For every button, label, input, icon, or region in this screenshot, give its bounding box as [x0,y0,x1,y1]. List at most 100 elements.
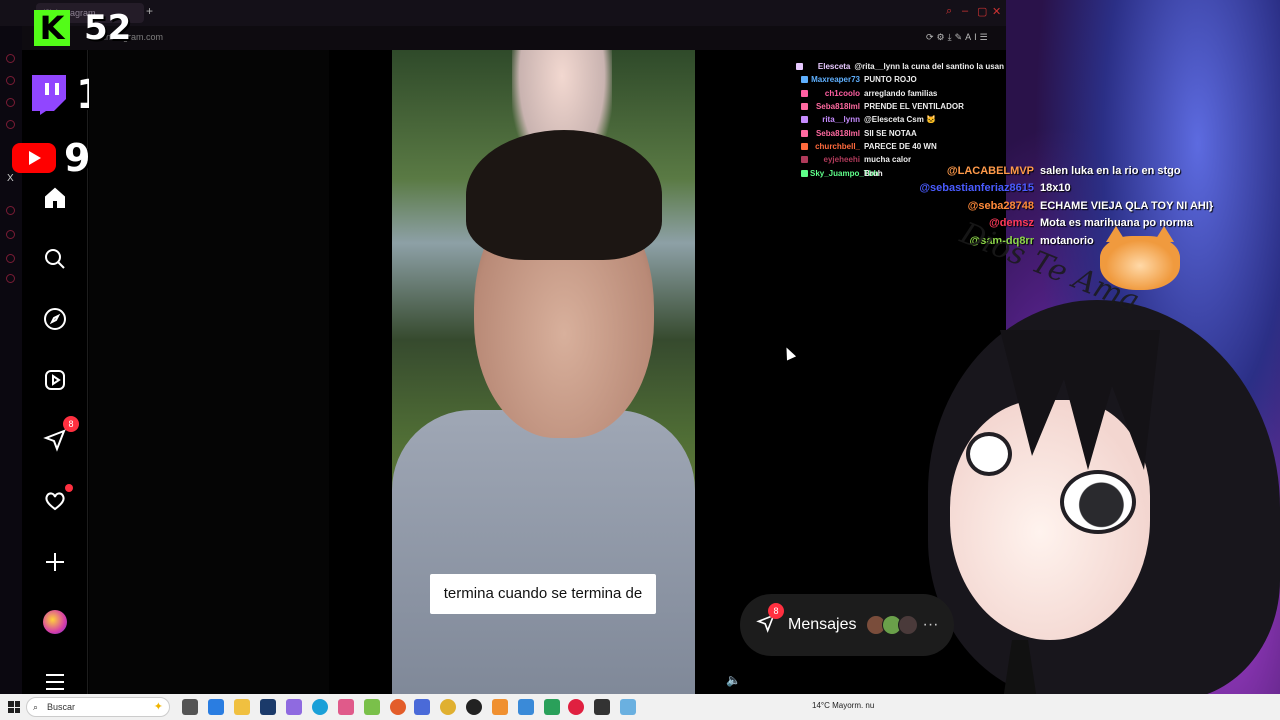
app-icon[interactable] [338,699,354,715]
volume-icon[interactable]: 🔈 [726,673,741,687]
app-icon[interactable] [260,699,276,715]
desktop: (8) Instagram + ⌕ – ▢ ✕ instagram.com ⟳⚙… [0,0,1280,720]
chrome-icon[interactable] [440,699,456,715]
sidebar-shortcut[interactable] [6,274,15,283]
search-icon[interactable]: ⌕ [946,5,952,18]
chat-username[interactable]: ch1coolo [810,89,860,98]
app-icon[interactable] [544,699,560,715]
chat-text: @rita__lynn la cuna del santino la usan [854,62,1004,72]
create-icon[interactable] [41,548,69,576]
app-icon[interactable] [414,699,430,715]
chat-badge-icon [801,103,808,111]
messenger-icon: 8 [756,602,784,638]
chat-badge-icon [801,76,808,84]
app-icon[interactable] [208,699,224,715]
sidebar-shortcut[interactable] [6,230,15,239]
file-explorer-icon[interactable] [234,699,250,715]
menu-icon[interactable] [41,668,69,696]
chat-text: salen luka en la rio en stgo [1040,164,1181,177]
app-icon[interactable] [286,699,302,715]
sidebar-shortcut[interactable] [6,254,15,263]
avatar [898,615,919,635]
chat-message: Seba818lml SII SE NOTAA [758,126,1004,139]
chat-badges [758,89,810,97]
chat-badges [758,103,810,111]
x-icon: X [7,173,14,184]
mouse-cursor [781,345,797,361]
chat-username[interactable]: Sky_Juampo_Tbh [810,169,878,178]
messages-badge: 8 [768,602,784,619]
chat-message: Seba818lml PRENDE EL VENTILADOR [758,100,1004,113]
heart-icon[interactable] [41,484,73,515]
app-icon[interactable] [518,699,534,715]
profile-avatar[interactable] [41,608,69,636]
chat-badges [758,156,810,164]
chat-username[interactable]: eyjeheehi [810,155,860,164]
chat-badges [758,169,810,177]
chat-text: SII SE NOTAA [864,128,917,138]
chat-username[interactable]: @seba28748 [900,200,1034,212]
video-caption: termina cuando se termina de [430,574,656,614]
chat-text: 18x10 [1040,182,1071,195]
chat-username[interactable]: rita__lynn [810,115,860,124]
chat-message: @sebastianferiaz8615 18x10 [900,180,1280,198]
explore-icon[interactable] [41,305,69,333]
copilot-icon: ✦ [153,701,163,713]
chat-text: PUNTO ROJO [864,75,917,85]
app-icon[interactable] [466,699,482,715]
chat-badge-icon [801,129,808,137]
taskbar-search[interactable]: ⌕ Buscar ✦ [26,697,170,717]
new-tab-button[interactable]: + [146,4,153,18]
chat-text: arreglando familias [864,88,938,98]
chat-badge-icon [801,89,808,97]
chat-username[interactable]: @LACABELMVP [900,165,1034,177]
messages-button[interactable]: 8 Mensajes ··· [740,594,954,656]
edge-icon[interactable] [312,699,328,715]
sidebar-shortcut[interactable] [6,206,15,215]
app-icon[interactable] [594,699,610,715]
browser-tab-bar: (8) Instagram + ⌕ – ▢ ✕ [0,0,1008,26]
app-icon[interactable] [492,699,508,715]
more-icon: ··· [922,616,939,633]
chat-badge-icon [801,142,808,150]
firefox-icon[interactable] [390,699,406,715]
sidebar-shortcut[interactable] [6,54,15,63]
sidebar-shortcut[interactable] [6,120,15,129]
reels-icon[interactable] [41,366,69,394]
app-icon[interactable] [620,699,636,715]
notification-dot [65,484,73,492]
search-icon[interactable] [41,245,69,273]
sidebar-shortcut[interactable] [6,98,15,107]
task-view-icon[interactable] [182,699,198,715]
minimize-button[interactable]: – [962,5,968,17]
chat-badge-icon [801,169,808,177]
kick-icon: K [34,10,70,46]
opera-icon[interactable] [568,699,584,715]
twitch-icon [32,75,66,115]
chat-username[interactable]: @sebastianferiaz8615 [900,182,1034,194]
app-icon[interactable] [364,699,380,715]
chat-badge-icon [801,156,808,164]
close-button[interactable]: ✕ [992,5,1001,18]
chat-message: @demsz Mota es marihuana po norma [900,215,1280,233]
sidebar-shortcut[interactable] [6,76,15,85]
windows-start-icon[interactable] [8,701,20,713]
chat-badges [758,63,805,71]
chat-text: motanorio [1040,234,1094,247]
browser-toolbar-icons[interactable]: ⟳⚙⤓✎AI☰ [926,32,991,43]
chat-username[interactable]: Seba818lml [810,129,860,138]
weather-widget[interactable]: 14°C Mayorm. nu [812,701,874,710]
chat-message: Elesceta @rita__lynn la cuna del santino … [758,60,1004,73]
overlay-chat: @LACABELMVP salen luka en la rio en stgo @… [900,162,1280,250]
chat-badges [758,116,810,124]
chat-badges [758,129,810,137]
maximize-button[interactable]: ▢ [977,5,987,18]
chat-username[interactable]: Elesceta [805,62,850,71]
chat-username[interactable]: churchbell_ [810,142,860,151]
chat-username[interactable]: Seba818lml [810,102,860,111]
messenger-icon[interactable]: 8 [41,416,79,454]
chat-username[interactable]: Maxreaper73 [810,75,860,84]
address-bar: instagram.com ⟳⚙⤓✎AI☰ [0,26,1008,50]
messages-badge: 8 [63,416,79,432]
home-icon[interactable] [41,184,69,212]
